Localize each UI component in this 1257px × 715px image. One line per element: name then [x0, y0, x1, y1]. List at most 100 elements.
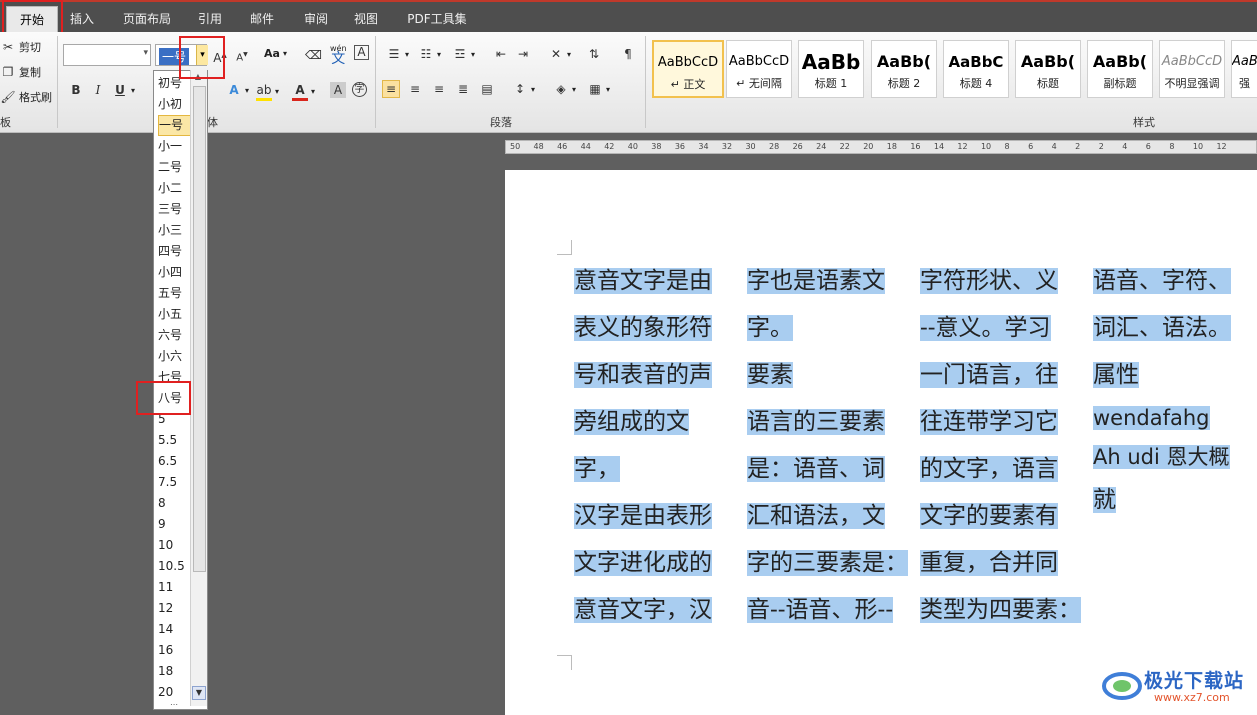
underline-button[interactable]: U ▾	[112, 82, 135, 98]
style-no-spacing[interactable]: AaBbCcD ↵ 无间隔	[726, 40, 792, 98]
distribute-button[interactable]: ▤	[479, 81, 495, 97]
tab-review[interactable]: 审阅	[296, 6, 336, 32]
style-intense[interactable]: AaBb 强	[1231, 40, 1257, 98]
font-size-option[interactable]: 小初	[158, 94, 192, 115]
bullets-button[interactable]: ☰ ▾	[386, 46, 409, 62]
line-spacing-button[interactable]: ↕ ▾	[512, 81, 535, 97]
tab-pdf-tools[interactable]: PDF工具集	[398, 6, 476, 32]
font-size-option[interactable]: 5.5	[158, 430, 192, 451]
char-border-button[interactable]: A	[354, 45, 369, 60]
font-size-option[interactable]: 11	[158, 577, 192, 598]
font-size-option[interactable]: 小五	[158, 304, 192, 325]
font-size-option[interactable]: 小四	[158, 262, 192, 283]
style-heading-4[interactable]: AaBbC 标题 4	[943, 40, 1009, 98]
tab-insert[interactable]: 插入	[62, 6, 102, 32]
highlight-size-eight	[136, 381, 191, 415]
style-heading-2[interactable]: AaBb( 标题 2	[871, 40, 937, 98]
multilevel-list-button[interactable]: ☲ ▾	[452, 46, 475, 62]
numbering-button[interactable]: ☷ ▾	[418, 46, 441, 62]
scroll-thumb[interactable]	[193, 86, 206, 572]
font-size-option[interactable]: 12	[158, 598, 192, 619]
selected-text: 字的三要素是：	[747, 550, 908, 576]
text-line: 类型为四要素：	[920, 587, 1085, 634]
phonetic-guide-button[interactable]: wén 文	[330, 44, 347, 66]
font-size-option[interactable]: 小二	[158, 178, 192, 199]
shading-button[interactable]: ◈ ▾	[553, 81, 576, 97]
char-shading-button[interactable]: A	[330, 82, 346, 98]
font-size-option[interactable]: 二号	[158, 157, 192, 178]
shrink-font-button[interactable]: A▼	[234, 47, 250, 63]
ruler-tick-label: 24	[816, 142, 827, 151]
enclose-char-button[interactable]: 字	[352, 82, 367, 97]
show-marks-button[interactable]: ¶	[620, 46, 636, 62]
chevron-down-icon: ▾	[282, 49, 287, 58]
dropdown-scrollbar[interactable]: ▲ ▼	[190, 70, 207, 706]
font-size-option[interactable]: 小一	[158, 136, 192, 157]
font-size-option[interactable]: 10	[158, 535, 192, 556]
clear-format-button[interactable]: ⌫	[305, 47, 322, 63]
font-size-option[interactable]: 小六	[158, 346, 192, 367]
highlight-color-button[interactable]: ab ▾	[256, 82, 279, 101]
format-painter-button[interactable]: 🖌 格式刷	[0, 89, 52, 105]
horizontal-ruler[interactable]: 50 48 46 44 42 40 38 36 34 32 30 28 26 24 22 20 18 16 14 12…	[505, 140, 1257, 154]
font-size-option[interactable]: 四号	[158, 241, 192, 262]
tab-page-layout[interactable]: 页面布局	[113, 6, 181, 32]
font-size-option[interactable]: 小三	[158, 220, 192, 241]
scroll-down-icon[interactable]: ▼	[192, 686, 206, 700]
sort-button[interactable]: ⇅	[586, 46, 602, 62]
watermark-swirl-icon	[1102, 672, 1142, 700]
tab-references[interactable]: 引用	[190, 6, 230, 32]
font-size-option[interactable]: 一号	[158, 115, 192, 136]
style-heading-1[interactable]: AaBb 标题 1	[798, 40, 864, 98]
font-color-button[interactable]: A ▾	[292, 82, 315, 101]
text-line: 的文字，语言	[920, 446, 1085, 493]
italic-button[interactable]: I	[90, 82, 106, 98]
resize-grip-icon[interactable]: ⋯	[170, 701, 190, 709]
font-size-option[interactable]: 18	[158, 661, 192, 682]
font-size-option[interactable]: 10.5	[158, 556, 192, 577]
ruler-ticks: 50 48 46 44 42 40 38 36 34 32 30 28 26 24 22 20 18 16 14 12…	[510, 141, 1250, 153]
clear-format-icon: ⌫	[305, 48, 322, 62]
borders-button[interactable]: ▦ ▾	[587, 81, 610, 97]
brush-icon: 🖌	[0, 90, 16, 104]
bold-button[interactable]: B	[68, 82, 84, 98]
cut-button[interactable]: ✂ 剪切	[0, 39, 41, 55]
copy-button[interactable]: ❐ 复制	[0, 64, 41, 80]
ruler-tick-label: 48	[533, 142, 544, 151]
document-page[interactable]: 意音文字是由 表义的象形符 号和表音的声 旁组成的文字， 汉字是由表形 文字进化…	[505, 170, 1257, 715]
text-line: 词汇、语法。	[1093, 305, 1253, 352]
chinese-layout-button[interactable]: ✕ ▾	[548, 46, 571, 62]
font-size-option[interactable]: 7.5	[158, 472, 192, 493]
tab-view[interactable]: 视图	[346, 6, 386, 32]
align-center-button[interactable]: ≡	[407, 81, 423, 97]
change-case-button[interactable]: Aa ▾	[264, 47, 287, 60]
ribbon-tab-bar: 开始 插入 页面布局 引用 邮件 审阅 视图 PDF工具集	[0, 0, 1257, 33]
style-title[interactable]: AaBb( 标题	[1015, 40, 1081, 98]
align-right-button[interactable]: ≡	[431, 81, 447, 97]
align-center-icon: ≡	[409, 82, 421, 96]
tab-mailings[interactable]: 邮件	[242, 6, 282, 32]
clipboard-group-label: 板	[0, 116, 11, 129]
increase-indent-button[interactable]: ⇥	[515, 46, 531, 62]
font-size-option[interactable]: 16	[158, 640, 192, 661]
style-subtitle[interactable]: AaBb( 副标题	[1087, 40, 1153, 98]
font-size-option[interactable]: 三号	[158, 199, 192, 220]
text-effects-button[interactable]: A ▾	[226, 82, 249, 98]
justify-button[interactable]: ≣	[455, 81, 471, 97]
font-size-option[interactable]: 6.5	[158, 451, 192, 472]
font-size-option[interactable]: 9	[158, 514, 192, 535]
text-line: 重复，合并同	[920, 540, 1085, 587]
ruler-tick-label: 34	[698, 142, 709, 151]
font-name-combo[interactable]: ▾	[63, 44, 151, 66]
font-size-option[interactable]: 14	[158, 619, 192, 640]
font-size-option[interactable]: 8	[158, 493, 192, 514]
style-subtle-emphasis[interactable]: AaBbCcD 不明显强调	[1159, 40, 1225, 98]
font-size-option[interactable]: 五号	[158, 283, 192, 304]
style-normal[interactable]: AaBbCcD ↵ 正文	[652, 40, 724, 98]
ruler-tick-label: 12	[1216, 142, 1227, 151]
align-left-button[interactable]: ≡	[382, 80, 400, 98]
ruler-tick-label: 32	[721, 142, 733, 151]
selected-text: 字也是语素文	[747, 268, 885, 294]
decrease-indent-button[interactable]: ⇤	[493, 46, 509, 62]
font-size-option[interactable]: 六号	[158, 325, 192, 346]
